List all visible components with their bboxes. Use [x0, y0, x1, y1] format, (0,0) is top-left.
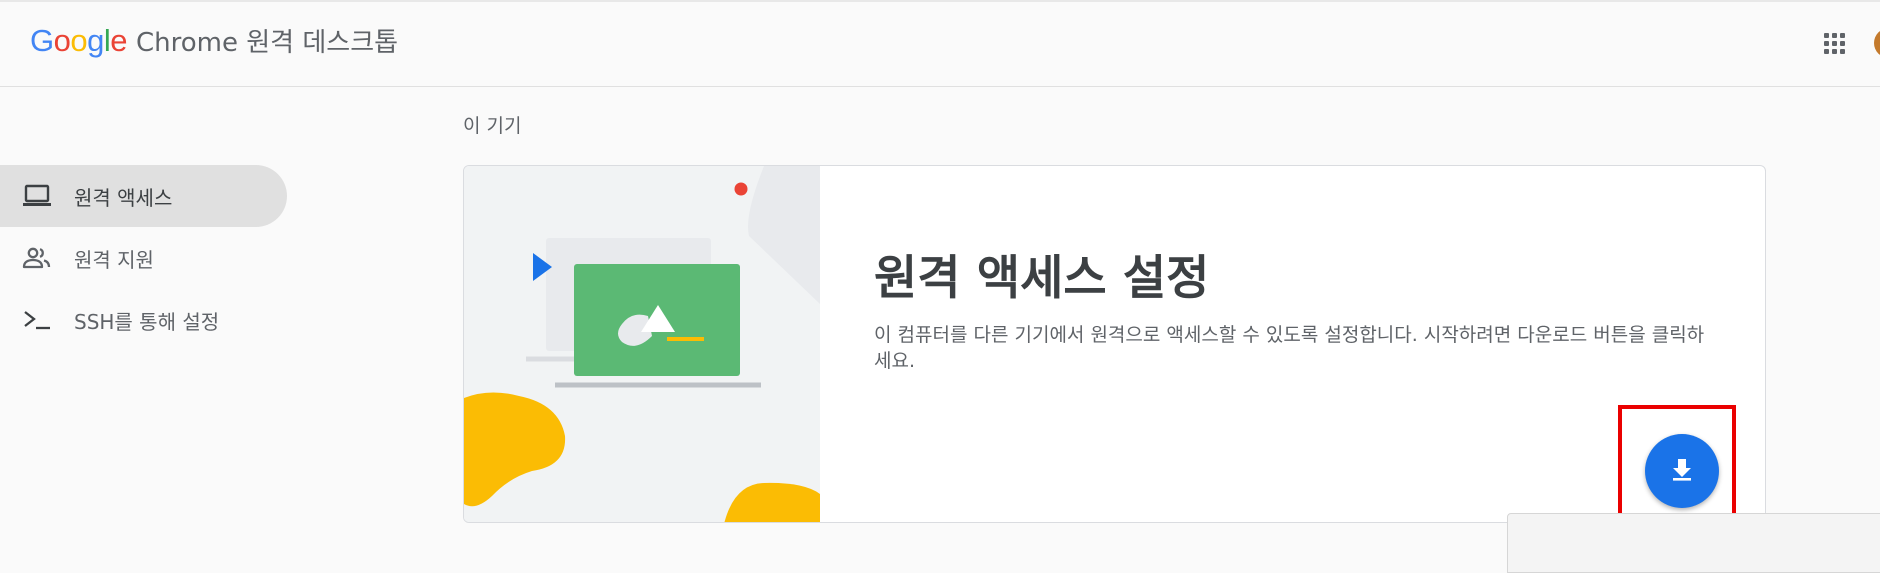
- logo-letter: o: [53, 23, 71, 58]
- logo-letter: G: [30, 23, 54, 58]
- download-icon: [1669, 456, 1695, 486]
- laptop-icon: [22, 181, 52, 211]
- sidebar-item-ssh-setup[interactable]: SSH를 통해 설정: [0, 289, 290, 351]
- sidebar-item-remote-support[interactable]: 원격 지원: [0, 227, 290, 289]
- card-title: 원격 액세스 설정: [874, 251, 1210, 306]
- terminal-icon: [22, 305, 52, 335]
- account-avatar[interactable]: [1874, 28, 1880, 58]
- app-title: Chrome 원격 데스크톱: [136, 28, 399, 58]
- app-logo[interactable]: Google Chrome 원격 데스크톱: [30, 22, 398, 59]
- sidebar-item-label: 원격 지원: [74, 247, 154, 272]
- sidebar-item-label: 원격 액세스: [74, 185, 173, 210]
- sidebar-nav: 원격 액세스 원격 지원 SSH를 통해 설정: [0, 165, 290, 351]
- download-button[interactable]: [1645, 434, 1719, 508]
- logo-letter: e: [110, 23, 128, 58]
- people-icon: [22, 243, 52, 273]
- section-heading: 이 기기: [463, 115, 522, 137]
- logo-letter: o: [70, 23, 88, 58]
- sidebar-item-remote-access[interactable]: 원격 액세스: [0, 165, 287, 227]
- bottom-floating-panel: [1507, 513, 1880, 573]
- top-app-bar: Google Chrome 원격 데스크톱: [0, 0, 1880, 87]
- setup-illustration: [464, 166, 820, 522]
- logo-letter: g: [87, 23, 104, 58]
- sidebar-item-label: SSH를 통해 설정: [74, 309, 220, 334]
- top-edge-divider: [0, 0, 1880, 2]
- google-wordmark: Google: [30, 23, 128, 59]
- apps-grid-icon[interactable]: [1823, 32, 1847, 56]
- card-description: 이 컴퓨터를 다른 기기에서 원격으로 액세스할 수 있도록 설정합니다. 시작…: [874, 324, 1705, 372]
- remote-access-setup-card: 원격 액세스 설정 이 컴퓨터를 다른 기기에서 원격으로 액세스할 수 있도록…: [463, 165, 1766, 523]
